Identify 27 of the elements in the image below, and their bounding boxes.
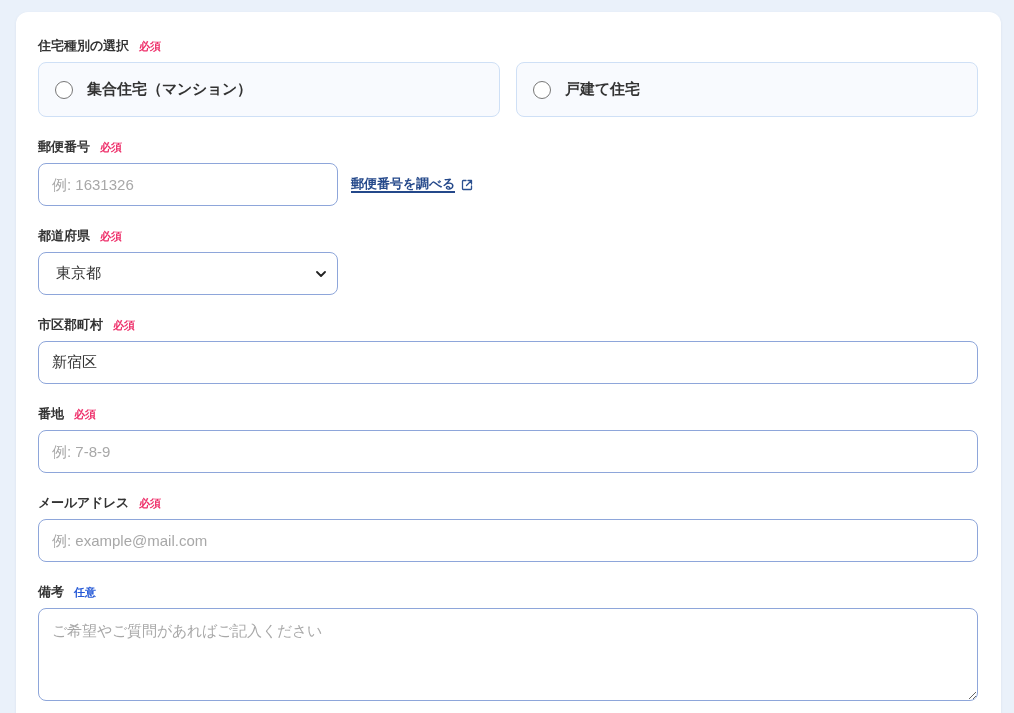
input-field[interactable]: 例: example@mail.com — [38, 519, 978, 562]
field-label: 都道府県 — [38, 228, 90, 244]
external-link-icon — [461, 178, 473, 191]
optional-label: 任意 — [74, 585, 96, 600]
required-label: 必須 — [74, 407, 96, 422]
field-label: メールアドレス — [38, 495, 129, 511]
required-label: 必須 — [113, 318, 135, 333]
required-label: 必須 — [139, 496, 161, 511]
radio-icon[interactable] — [55, 80, 73, 99]
field-label: 市区郡町村 — [38, 317, 103, 333]
required-label: 必須 — [100, 229, 122, 244]
radio-option[interactable]: 戸建て住宅 — [516, 62, 978, 117]
field-label: 郵便番号 — [38, 139, 90, 155]
chevron-down-icon — [316, 270, 326, 277]
input-field[interactable]: 新宿区 — [38, 341, 978, 384]
field-label: 番地 — [38, 406, 64, 422]
field-label: 備考 — [38, 584, 64, 600]
radio-icon[interactable] — [533, 80, 551, 99]
postal-lookup-link[interactable]: 郵便番号を調べる — [351, 176, 473, 193]
input-field[interactable]: 例: 7-8-9 — [38, 430, 978, 473]
textarea-field[interactable]: ご希望やご質問があればご記入ください — [38, 608, 978, 701]
field-label: 住宅種別の選択 — [38, 38, 129, 54]
input-field[interactable]: 例: 1631326 — [38, 163, 338, 206]
select-field[interactable]: 東京都 — [38, 252, 338, 295]
required-label: 必須 — [100, 140, 122, 155]
required-label: 必須 — [139, 39, 161, 54]
radio-option[interactable]: 集合住宅（マンション） — [38, 62, 500, 117]
